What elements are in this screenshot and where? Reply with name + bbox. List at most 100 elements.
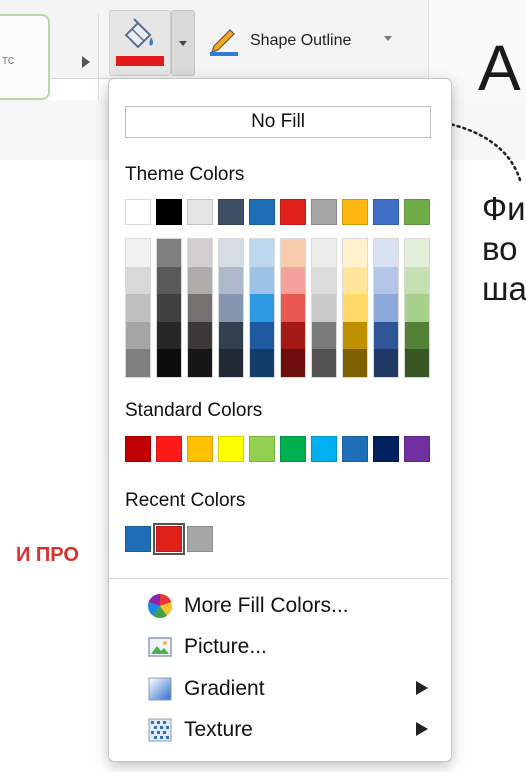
- theme-shade-swatch[interactable]: [405, 349, 429, 377]
- theme-shade-column: [311, 238, 337, 378]
- more-fill-colors-item[interactable]: More Fill Colors...: [146, 592, 349, 620]
- theme-shade-swatch[interactable]: [312, 294, 336, 322]
- theme-color-swatch[interactable]: [342, 199, 368, 225]
- theme-shade-swatch[interactable]: [405, 266, 429, 295]
- theme-color-swatch[interactable]: [218, 199, 244, 225]
- theme-color-swatch[interactable]: [156, 199, 182, 225]
- theme-shade-swatch[interactable]: [188, 294, 212, 322]
- standard-color-swatch[interactable]: [342, 436, 368, 462]
- theme-shade-swatch[interactable]: [405, 294, 429, 322]
- theme-shade-swatch[interactable]: [281, 266, 305, 295]
- standard-color-swatch[interactable]: [373, 436, 399, 462]
- shape-style-label: тс: [2, 52, 15, 67]
- theme-shade-swatch[interactable]: [126, 239, 150, 267]
- theme-color-swatch[interactable]: [373, 199, 399, 225]
- theme-shade-swatch[interactable]: [312, 321, 336, 350]
- theme-shade-column: [280, 238, 306, 378]
- theme-shade-swatch[interactable]: [281, 349, 305, 377]
- theme-shade-swatch[interactable]: [157, 266, 181, 295]
- theme-shade-swatch[interactable]: [219, 239, 243, 267]
- theme-shade-swatch[interactable]: [250, 321, 274, 350]
- theme-shade-swatch[interactable]: [374, 349, 398, 377]
- theme-shade-column: [249, 238, 275, 378]
- standard-color-swatch[interactable]: [187, 436, 213, 462]
- theme-shade-swatch[interactable]: [281, 321, 305, 350]
- shape-fill-button[interactable]: [109, 10, 171, 76]
- theme-shade-swatch[interactable]: [219, 294, 243, 322]
- standard-color-swatch[interactable]: [404, 436, 430, 462]
- theme-shade-swatch[interactable]: [405, 321, 429, 350]
- theme-shade-swatch[interactable]: [219, 321, 243, 350]
- theme-shade-swatch[interactable]: [405, 239, 429, 267]
- theme-shade-swatch[interactable]: [374, 294, 398, 322]
- texture-item[interactable]: Texture: [146, 716, 253, 744]
- standard-color-swatch[interactable]: [125, 436, 151, 462]
- slide-text-line: во: [482, 230, 518, 267]
- standard-color-swatch[interactable]: [156, 436, 182, 462]
- theme-shade-swatch[interactable]: [374, 266, 398, 295]
- shape-outline-label: Shape Outline: [250, 32, 352, 49]
- theme-shade-swatch[interactable]: [126, 321, 150, 350]
- gradient-item[interactable]: Gradient: [146, 675, 265, 703]
- shape-fill-dropdown-button[interactable]: [171, 10, 195, 76]
- theme-color-swatch[interactable]: [280, 199, 306, 225]
- theme-shade-swatch[interactable]: [188, 349, 212, 377]
- font-size-preview: A: [478, 32, 521, 104]
- theme-shade-swatch[interactable]: [126, 294, 150, 322]
- standard-color-swatch[interactable]: [280, 436, 306, 462]
- theme-color-swatch[interactable]: [311, 199, 337, 225]
- no-fill-button[interactable]: No Fill: [125, 106, 431, 138]
- theme-shade-swatch[interactable]: [157, 349, 181, 377]
- standard-color-swatch[interactable]: [249, 436, 275, 462]
- chevron-down-icon[interactable]: [384, 36, 392, 41]
- theme-color-swatch[interactable]: [125, 199, 151, 225]
- theme-shade-swatch[interactable]: [312, 349, 336, 377]
- theme-shade-column: [404, 238, 430, 378]
- theme-shade-swatch[interactable]: [312, 239, 336, 267]
- theme-shade-swatch[interactable]: [250, 239, 274, 267]
- recent-color-swatch[interactable]: [153, 523, 185, 555]
- submenu-arrow-icon: [416, 681, 428, 695]
- gradient-icon: [146, 675, 174, 703]
- theme-shade-swatch[interactable]: [343, 266, 367, 295]
- theme-shade-swatch[interactable]: [374, 239, 398, 267]
- theme-shade-column: [156, 238, 182, 378]
- gallery-next-icon[interactable]: [82, 56, 90, 68]
- theme-shade-swatch[interactable]: [374, 321, 398, 350]
- recent-color-swatch[interactable]: [125, 526, 151, 552]
- theme-shade-swatch[interactable]: [250, 266, 274, 295]
- theme-shade-swatch[interactable]: [343, 294, 367, 322]
- picture-label: Picture...: [184, 635, 267, 658]
- recent-colors-title: Recent Colors: [125, 490, 246, 511]
- theme-color-swatch[interactable]: [404, 199, 430, 225]
- theme-shade-swatch[interactable]: [188, 266, 212, 295]
- theme-shade-swatch[interactable]: [126, 349, 150, 377]
- slide-text-line: ша: [482, 270, 526, 307]
- standard-color-swatch[interactable]: [311, 436, 337, 462]
- theme-shade-swatch[interactable]: [157, 239, 181, 267]
- recent-color-swatch[interactable]: [187, 526, 213, 552]
- theme-shade-swatch[interactable]: [312, 266, 336, 295]
- chevron-down-icon: [179, 41, 187, 46]
- theme-shade-swatch[interactable]: [281, 294, 305, 322]
- theme-color-swatch[interactable]: [187, 199, 213, 225]
- theme-shade-swatch[interactable]: [343, 349, 367, 377]
- shape-outline-button[interactable]: Shape Outline: [208, 26, 351, 56]
- theme-shade-swatch[interactable]: [219, 266, 243, 295]
- theme-shade-swatch[interactable]: [157, 294, 181, 322]
- picture-item[interactable]: Picture...: [146, 633, 267, 661]
- color-wheel-icon: [146, 592, 174, 620]
- theme-color-swatch[interactable]: [249, 199, 275, 225]
- theme-shade-swatch[interactable]: [188, 239, 212, 267]
- theme-shade-swatch[interactable]: [250, 294, 274, 322]
- standard-color-swatch[interactable]: [218, 436, 244, 462]
- theme-shade-swatch[interactable]: [343, 239, 367, 267]
- theme-shade-swatch[interactable]: [157, 321, 181, 350]
- theme-shade-swatch[interactable]: [219, 349, 243, 377]
- theme-shade-swatch[interactable]: [281, 239, 305, 267]
- theme-shade-swatch[interactable]: [126, 266, 150, 295]
- theme-shade-swatch[interactable]: [188, 321, 212, 350]
- submenu-arrow-icon: [416, 722, 428, 736]
- theme-shade-swatch[interactable]: [343, 321, 367, 350]
- theme-shade-swatch[interactable]: [250, 349, 274, 377]
